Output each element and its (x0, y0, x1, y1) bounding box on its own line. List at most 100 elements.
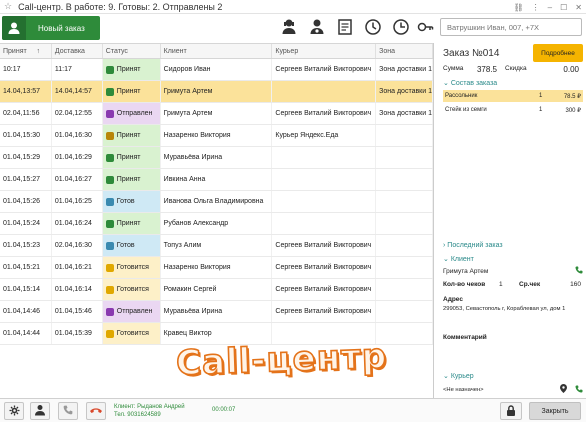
column-header-accepted[interactable]: Принят ↑ (0, 44, 52, 58)
table-row[interactable]: 01.04,15:21 01.04,16:21 Готовится Назаренко… (0, 257, 434, 279)
delivery-time-cell: 02.04,12:55 (52, 103, 103, 124)
table-row[interactable]: 01.04,15:24 01.04,16:24 Принят Рубанов Алек… (0, 213, 434, 235)
courier-icon[interactable] (308, 18, 326, 36)
client-name: Гримута Артем (443, 267, 489, 275)
new-order-button[interactable]: Новый заказ (2, 16, 100, 40)
status-label: Готовится (116, 286, 149, 293)
settings-button[interactable] (4, 402, 24, 420)
status-icon (105, 307, 114, 316)
phone-icon[interactable] (575, 266, 583, 276)
table-row[interactable]: 14.04,13:57 14.04,14:57 Принят Гримута Арте… (0, 81, 434, 103)
client-cell: Назаренко Виктория (161, 257, 273, 278)
table-row[interactable]: 01.04,15:29 01.04,16:29 Принят Муравьёва Ир… (0, 147, 434, 169)
accepted-time-cell: 01.04,15:24 (0, 213, 52, 234)
courier-cell (272, 169, 377, 190)
minimize-icon[interactable]: – (548, 3, 552, 12)
last-order-toggle[interactable]: › Последний заказ (443, 242, 503, 249)
zone-cell (376, 235, 434, 256)
phone-history-icon[interactable] (364, 18, 382, 36)
call-button[interactable] (58, 402, 78, 420)
close-order-button[interactable]: Закрыть (529, 402, 581, 420)
delivery-time-cell: 01.04,16:21 (52, 257, 103, 278)
order-sums: Сумма 378.5 Скидка 0.00 (443, 65, 583, 74)
more-icon[interactable]: ⋮ (532, 3, 540, 12)
column-header-client[interactable]: Клиент (161, 44, 273, 58)
operator-icon[interactable] (280, 18, 298, 36)
accepted-time-cell: 02.04,11:56 (0, 103, 52, 124)
star-icon[interactable]: ☆ (4, 1, 12, 12)
table-row[interactable]: 01.04,15:27 01.04,16:27 Принят Ивкина Анна (0, 169, 434, 191)
accepted-time-cell: 01.04,15:26 (0, 191, 52, 212)
status-label: Отправлен (116, 308, 153, 315)
receipt-icon[interactable] (336, 18, 354, 36)
delivery-time-cell: 01.04,16:25 (52, 191, 103, 212)
courier-cell: Сергеев Виталий Викторович (272, 301, 377, 322)
courier-cell (272, 191, 377, 212)
table-row[interactable]: 01.04,15:23 02.04,16:30 Готов Топуз Алим Сер… (0, 235, 434, 257)
link-icon[interactable]: ⛓ (514, 3, 524, 12)
delivery-time-cell: 02.04,16:30 (52, 235, 103, 256)
status-icon (105, 219, 114, 228)
column-header-courier[interactable]: Курьер (272, 44, 377, 58)
close-icon[interactable]: ✕ (575, 3, 582, 12)
clock-icon[interactable] (392, 18, 410, 36)
column-header-zone[interactable]: Зона (376, 44, 434, 58)
table-row[interactable]: 01.04,15:26 01.04,16:25 Готов Иванова Ольга… (0, 191, 434, 213)
table-row[interactable]: 01.04,14:46 01.04,15:46 Отправлен Муравьёва… (0, 301, 434, 323)
column-header-status[interactable]: Статус (103, 44, 161, 58)
phone-icon[interactable] (575, 385, 583, 395)
comment-label: Комментарий (443, 334, 487, 341)
zone-cell: Зона доставки 1 (376, 81, 434, 102)
table-row[interactable]: 01.04,15:14 01.04,16:14 Готовится Ромакин С… (0, 279, 434, 301)
status-cell: Готов (102, 235, 161, 256)
add-user-icon (2, 16, 26, 40)
lock-button[interactable] (500, 402, 522, 420)
status-cell: Отправлен (102, 103, 161, 124)
phone-icon (63, 405, 73, 417)
bottom-bar: Клиент: Рыданов Андрей Тел. 9031624589 0… (0, 398, 586, 422)
search-input[interactable] (440, 18, 582, 36)
composition-toggle[interactable]: ⌄ Состав заказа (443, 79, 497, 87)
status-label: Готов (116, 198, 135, 205)
location-pin-icon[interactable] (560, 384, 567, 395)
sum-label: Сумма (443, 65, 464, 72)
table-row[interactable]: 10:17 11:17 Принят Сидоров Иван Сергеев Вита… (0, 59, 434, 81)
delivery-time-cell: 01.04,15:46 (52, 301, 103, 322)
status-icon (105, 131, 114, 140)
composition-item[interactable]: Стейк из семги 1 300 ₽ (443, 104, 583, 116)
order-details-panel: Заказ №014 Подробнее Сумма 378.5 Скидка … (437, 43, 586, 398)
sort-asc-icon: ↑ (36, 48, 40, 55)
zone-cell (376, 301, 434, 322)
operator-icon (34, 404, 46, 418)
title-bar: ☆ Call-центр. В работе: 9. Готовы: 2. От… (0, 0, 586, 14)
table-row[interactable]: 02.04,11:56 02.04,12:55 Отправлен Гримута А… (0, 103, 434, 125)
more-details-button[interactable]: Подробнее (533, 44, 583, 62)
accepted-time-cell: 10:17 (0, 59, 52, 80)
status-cell: Принят (102, 125, 161, 146)
hangup-button[interactable] (86, 402, 106, 420)
client-cell: Муравьёва Ирина (161, 301, 273, 322)
zone-cell (376, 125, 434, 146)
call-timer: 00:00:07 (212, 407, 236, 413)
operators-button[interactable] (30, 402, 50, 420)
composition-item[interactable]: Рассольник 1 78.5 ₽ (443, 90, 583, 102)
status-cell: Принят (102, 147, 161, 168)
discount-label: Скидка (505, 65, 527, 72)
status-icon (105, 197, 114, 206)
status-icon (105, 153, 114, 162)
column-header-delivery[interactable]: Доставка (52, 44, 103, 58)
courier-cell: Курьер Яндекс.Еда (272, 125, 377, 146)
courier-cell: Сергеев Виталий Викторович (272, 59, 377, 80)
client-row: Гримута Артем (443, 266, 583, 276)
address-label: Адрес (443, 296, 463, 303)
key-icon[interactable] (416, 18, 434, 36)
maximize-icon[interactable]: ☐ (560, 3, 567, 12)
courier-toggle[interactable]: ⌄ Курьер (443, 372, 474, 380)
client-cell: Ромакин Сергей (161, 279, 273, 300)
status-label: Принят (116, 66, 141, 73)
table-body: 10:17 11:17 Принят Сидоров Иван Сергеев Вита… (0, 59, 434, 345)
client-toggle[interactable]: ⌄ Клиент (443, 255, 474, 263)
table-row[interactable]: 01.04,15:30 01.04,16:30 Принят Назаренко Ви… (0, 125, 434, 147)
accepted-time-cell: 01.04,15:29 (0, 147, 52, 168)
status-cell: Принят (102, 59, 161, 80)
